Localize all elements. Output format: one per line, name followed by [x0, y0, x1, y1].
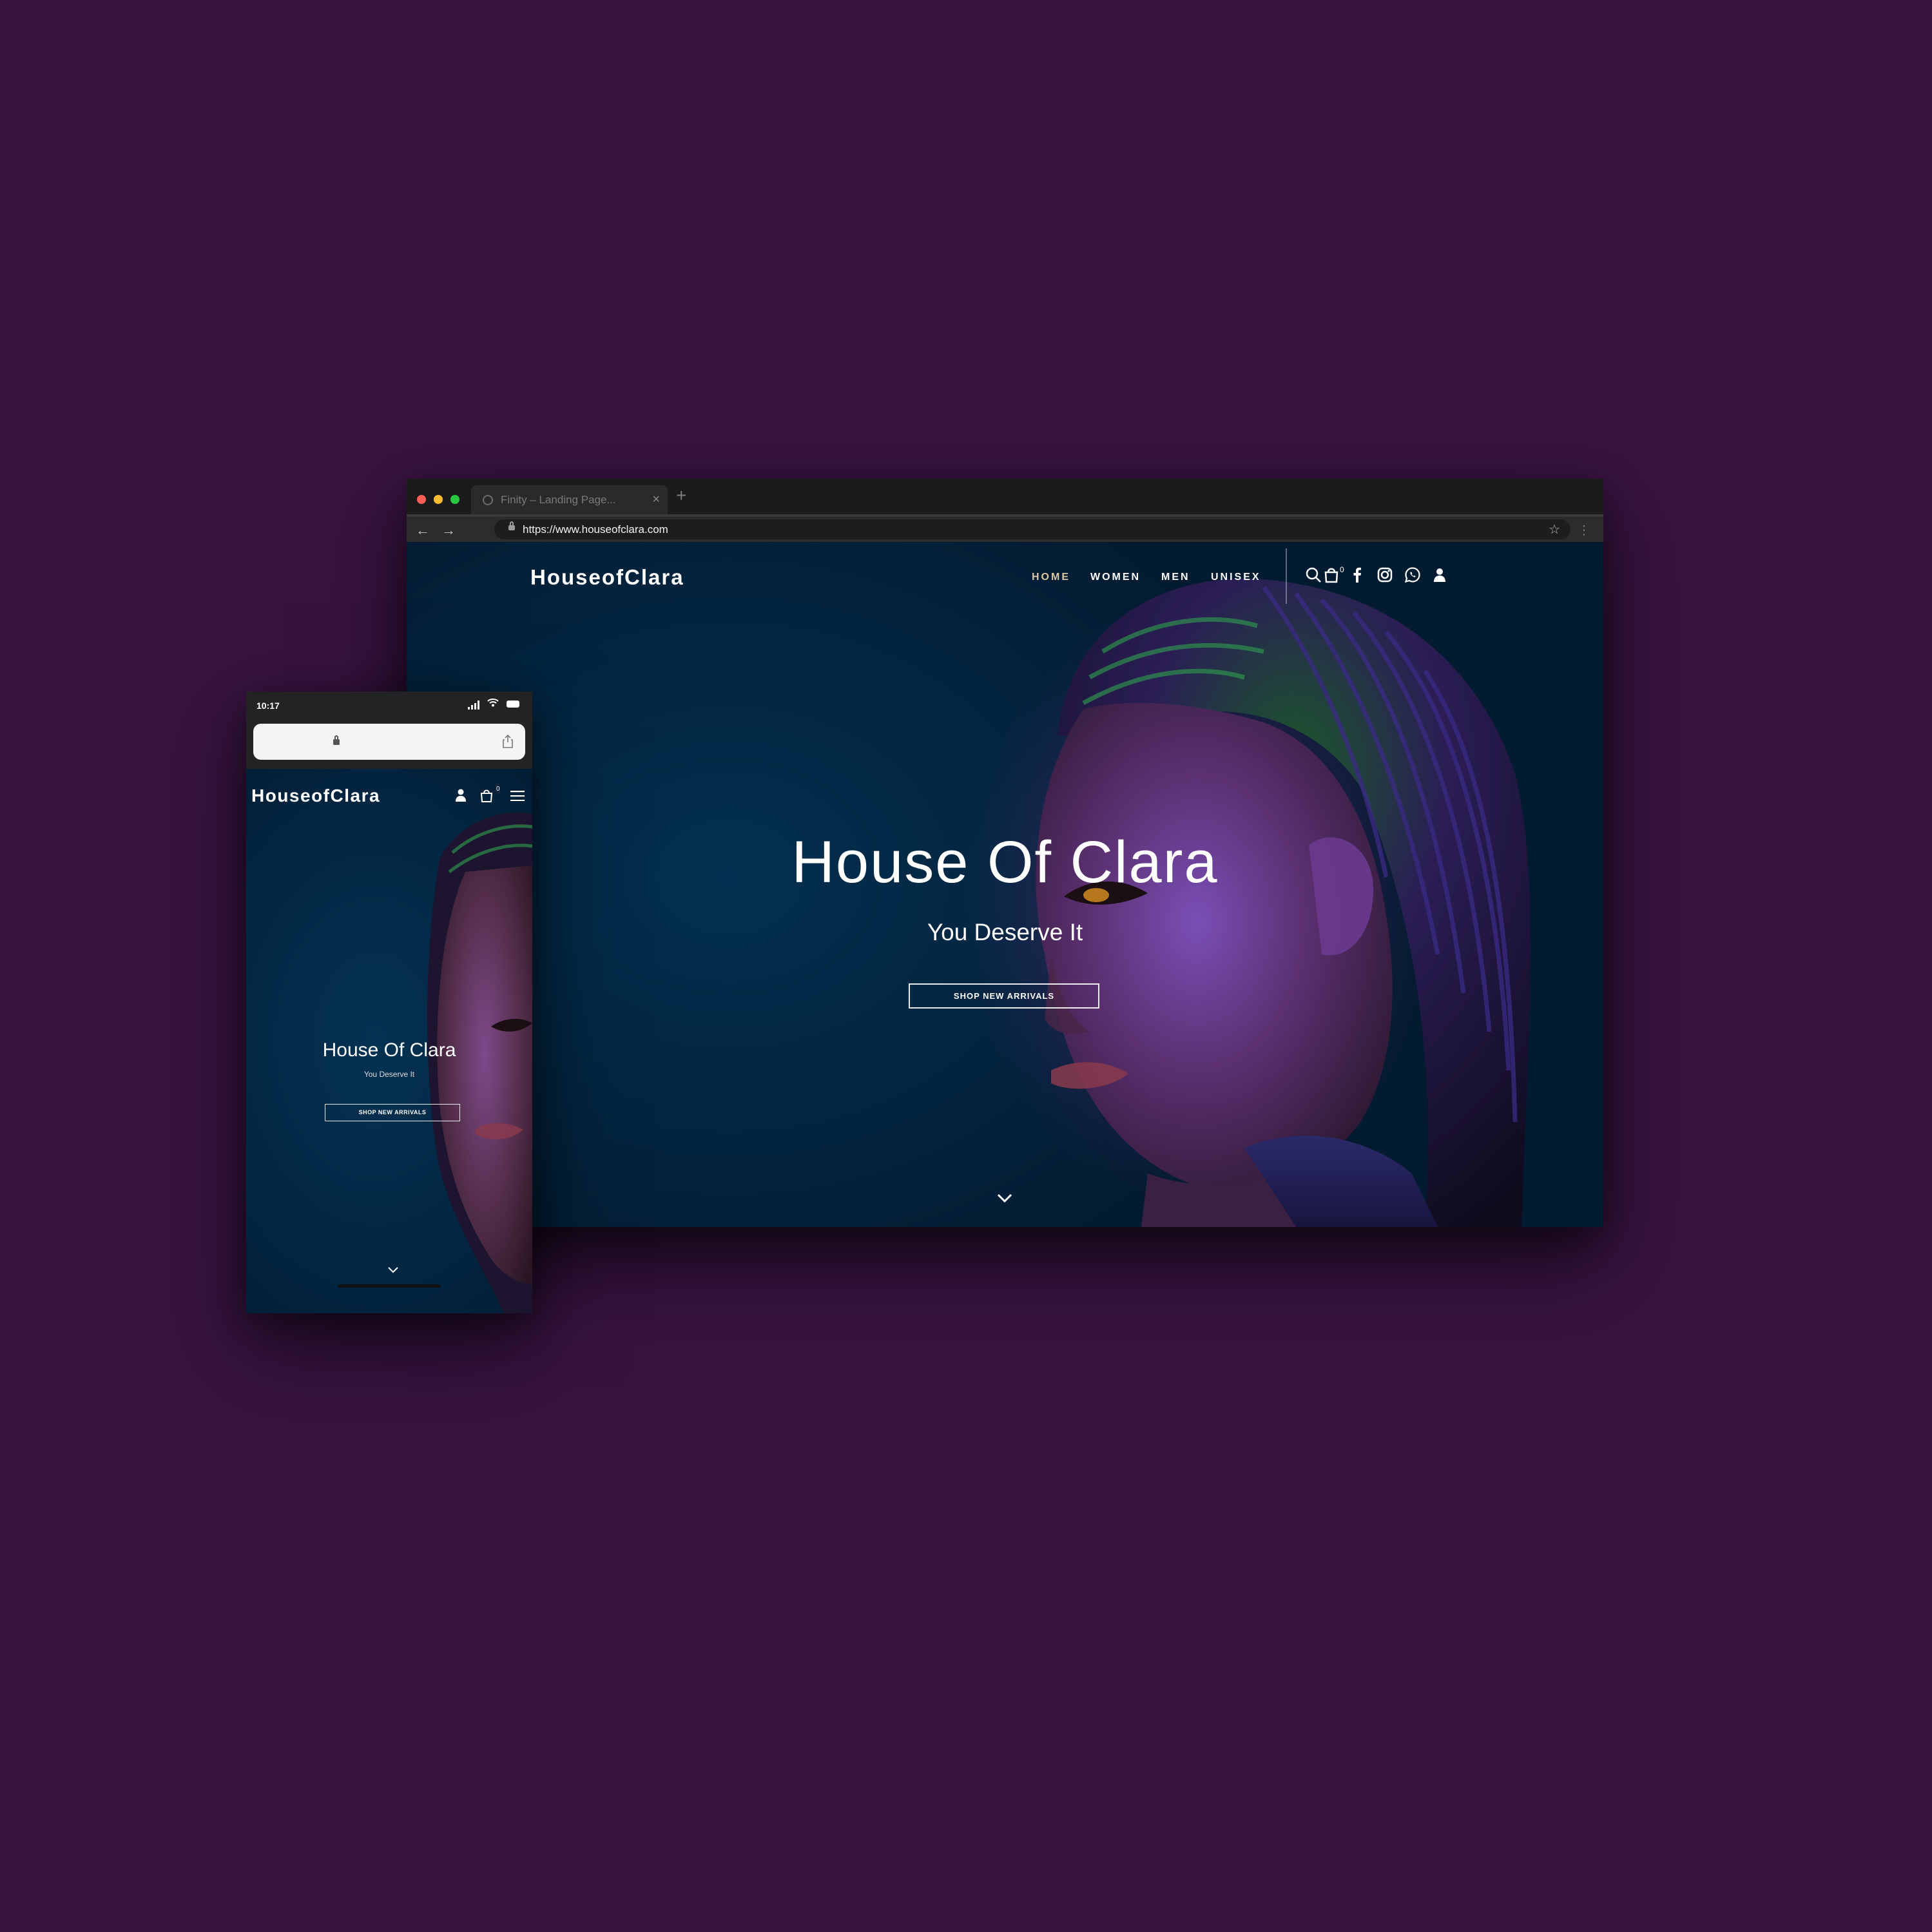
lock-icon	[508, 521, 515, 530]
nav-women[interactable]: WOMEN	[1090, 572, 1141, 583]
nav-divider	[1286, 548, 1287, 604]
shop-new-arrivals-button[interactable]: SHOP NEW ARRIVALS	[909, 983, 1099, 1009]
cart-icon[interactable]	[1323, 566, 1340, 583]
status-time: 10:17	[256, 700, 280, 711]
mobile-status-bar: 10:17	[246, 691, 532, 720]
cart-count-badge: 0	[1340, 565, 1344, 574]
cellular-signal-icon	[468, 700, 479, 710]
share-icon[interactable]	[502, 734, 514, 748]
new-tab-button[interactable]: +	[676, 485, 686, 506]
tab-bar: Finity – Landing Page... × +	[407, 479, 1603, 514]
website-hero: HouseofClara HOME WOMEN MEN UNISEX 0 Hou…	[407, 542, 1603, 1227]
search-icon[interactable]	[1305, 566, 1322, 583]
user-icon[interactable]	[1431, 566, 1448, 583]
maximize-window-button[interactable]	[450, 495, 459, 504]
cart-count-badge: 0	[496, 786, 500, 793]
nav-home[interactable]: HOME	[1032, 572, 1070, 583]
browser-toolbar: ← → https://www.houseofclara.com ☆ ⋮	[407, 514, 1603, 542]
minimize-window-button[interactable]	[434, 495, 443, 504]
back-arrow-icon[interactable]: ←	[416, 522, 430, 539]
close-window-button[interactable]	[417, 495, 426, 504]
hero-subtitle: You Deserve It	[927, 919, 1083, 945]
mobile-device: 10:17 HouseofClara 0 House Of Clara You …	[246, 691, 532, 1313]
facebook-icon[interactable]	[1349, 566, 1366, 583]
whatsapp-icon[interactable]	[1404, 566, 1421, 583]
hero-title: House Of Clara	[791, 829, 1219, 895]
address-bar[interactable]: https://www.houseofclara.com ☆	[494, 519, 1570, 539]
hamburger-menu-icon[interactable]	[510, 791, 525, 801]
user-icon[interactable]	[455, 788, 467, 802]
url-text[interactable]: https://www.houseofclara.com	[523, 523, 668, 536]
browser-menu-icon[interactable]: ⋮	[1578, 522, 1590, 538]
scroll-down-chevron-icon[interactable]	[994, 1188, 1015, 1208]
site-logo[interactable]: HouseofClara	[530, 565, 684, 590]
desktop-browser-window: Finity – Landing Page... × + ← → https:/…	[407, 479, 1603, 1227]
instagram-icon[interactable]	[1377, 566, 1393, 583]
mobile-shop-new-arrivals-button[interactable]: SHOP NEW ARRIVALS	[325, 1104, 460, 1121]
home-indicator[interactable]	[338, 1284, 441, 1288]
nav-unisex[interactable]: UNISEX	[1211, 572, 1261, 583]
mobile-address-bar[interactable]	[253, 724, 525, 760]
mobile-site-logo[interactable]: HouseofClara	[251, 786, 380, 806]
favicon-icon	[483, 495, 493, 505]
tab-close-icon[interactable]: ×	[652, 492, 660, 507]
mobile-hero-subtitle: You Deserve It	[363, 1070, 415, 1079]
battery-icon	[507, 700, 519, 708]
tab-title: Finity – Landing Page...	[501, 494, 616, 506]
cart-icon[interactable]	[479, 788, 494, 802]
scroll-down-chevron-icon[interactable]	[387, 1264, 400, 1277]
wifi-icon	[487, 699, 499, 707]
mobile-hero-title: House Of Clara	[322, 1039, 456, 1061]
nav-men[interactable]: MEN	[1161, 572, 1190, 583]
browser-tab[interactable]: Finity – Landing Page... ×	[471, 485, 668, 514]
mobile-website-hero: HouseofClara 0 House Of Clara You Deserv…	[246, 769, 532, 1313]
bookmark-star-icon[interactable]: ☆	[1549, 521, 1560, 537]
lock-icon	[333, 735, 340, 745]
forward-arrow-icon[interactable]: →	[441, 522, 456, 539]
